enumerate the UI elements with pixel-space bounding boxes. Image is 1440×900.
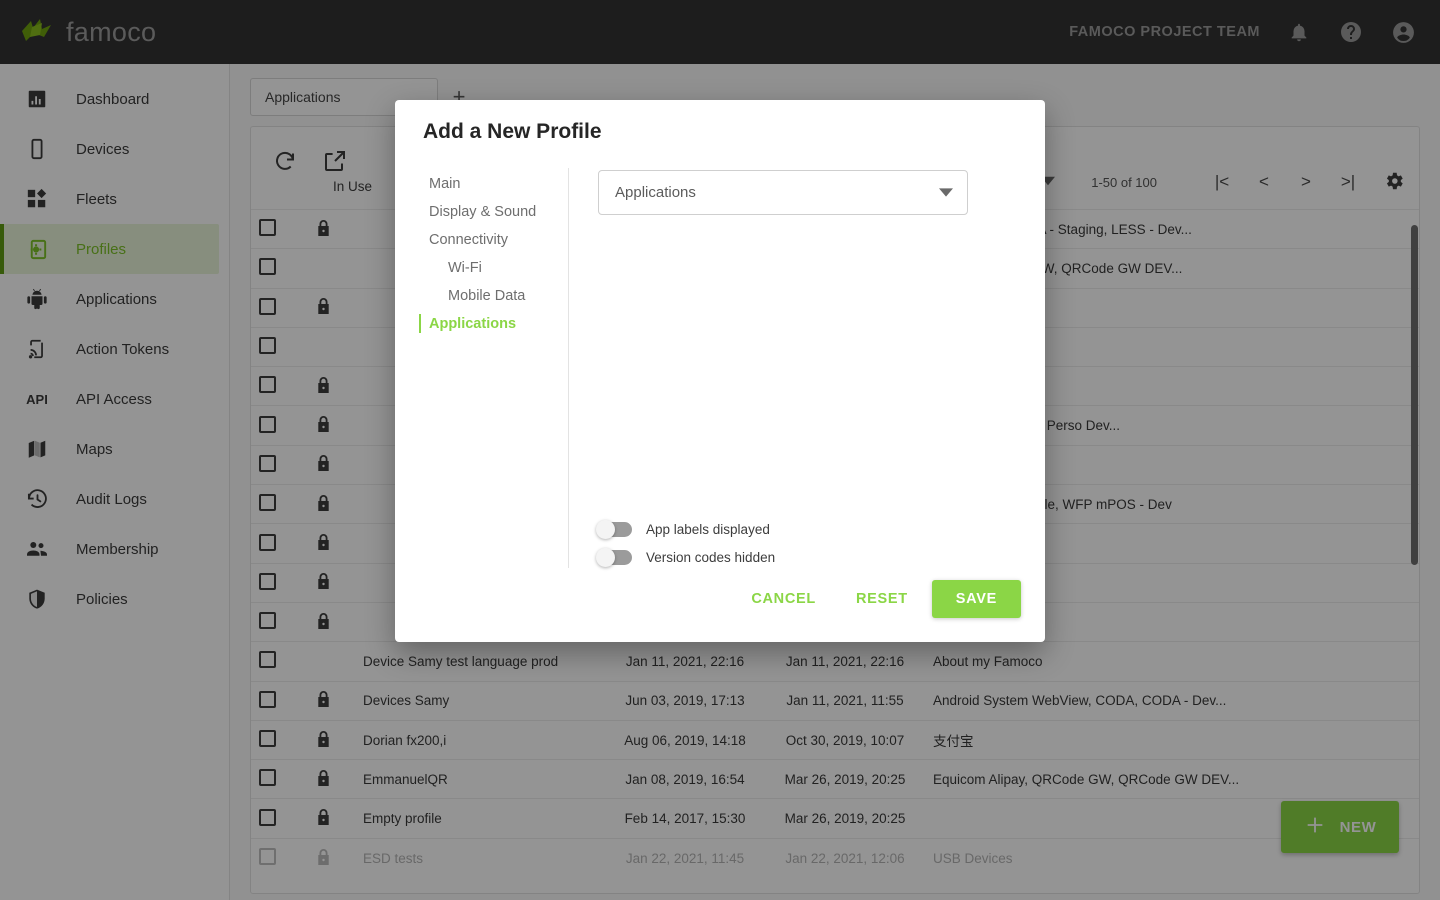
- toggle-label: Version codes hidden: [646, 549, 776, 565]
- applications-select[interactable]: Applications: [598, 170, 968, 215]
- modal-nav-label: Wi-Fi: [448, 260, 482, 276]
- toggle-version-codes-hidden[interactable]: [596, 547, 632, 567]
- modal-toggles: App labels displayed Version codes hidde…: [596, 515, 776, 571]
- modal-nav-main[interactable]: Main: [419, 170, 567, 198]
- toggle-label: App labels displayed: [646, 521, 770, 537]
- modal-nav-wifi[interactable]: Wi-Fi: [419, 254, 567, 282]
- modal-nav-applications[interactable]: Applications: [419, 310, 567, 338]
- applications-select-value: Applications: [615, 184, 696, 201]
- modal-title: Add a New Profile: [423, 120, 602, 143]
- toggle-version-codes-row[interactable]: Version codes hidden: [596, 543, 776, 571]
- toggle-knob: [596, 519, 615, 539]
- toggle-app-labels-row[interactable]: App labels displayed: [596, 515, 775, 543]
- add-profile-modal: Add a New Profile Main Display & Sound C…: [395, 100, 1045, 642]
- modal-nav-label: Applications: [429, 316, 517, 332]
- modal-nav-display-sound[interactable]: Display & Sound: [419, 198, 567, 226]
- reset-button[interactable]: RESET: [840, 580, 924, 618]
- modal-nav-label: Mobile Data: [448, 288, 526, 304]
- modal-section-nav: Main Display & Sound Connectivity Wi-Fi …: [419, 170, 567, 338]
- save-button[interactable]: SAVE: [931, 580, 1021, 618]
- chevron-down-icon: [939, 184, 953, 201]
- modal-nav-label: Connectivity: [429, 232, 508, 248]
- app-root: famoco FAMOCO PROJECT TEAM Dashboard Dev…: [0, 0, 1440, 900]
- toggle-app-labels-displayed[interactable]: [596, 519, 632, 539]
- modal-nav-label: Display & Sound: [429, 204, 537, 220]
- modal-actions: CANCEL RESET SAVE: [735, 580, 1021, 618]
- modal-vertical-divider: [568, 168, 569, 568]
- cancel-button[interactable]: CANCEL: [735, 580, 832, 618]
- modal-body: Applications: [598, 170, 1018, 215]
- modal-nav-label: Main: [429, 176, 461, 192]
- toggle-knob: [596, 547, 615, 567]
- modal-nav-connectivity[interactable]: Connectivity: [419, 226, 567, 254]
- modal-nav-mobile-data[interactable]: Mobile Data: [419, 282, 567, 310]
